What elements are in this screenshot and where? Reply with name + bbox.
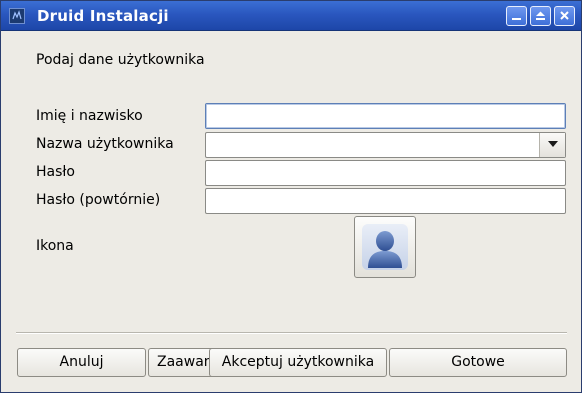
user-avatar-icon — [362, 224, 408, 270]
installer-window: Druid Instalacji Podaj dane użytkownika … — [0, 0, 582, 393]
icon-label: Ikona — [36, 238, 74, 254]
username-combobox[interactable] — [205, 132, 566, 158]
accept-user-button[interactable]: Akceptuj użytkownika — [209, 348, 387, 377]
app-icon — [9, 8, 25, 24]
password-label: Hasło — [36, 164, 75, 180]
chevron-down-icon — [547, 141, 558, 147]
maximize-button[interactable] — [530, 6, 551, 26]
minimize-button[interactable] — [506, 6, 527, 26]
user-icon-button[interactable] — [354, 216, 416, 278]
password-field[interactable] — [205, 160, 566, 186]
close-icon — [560, 11, 569, 20]
maximize-icon — [536, 11, 545, 20]
password-repeat-label: Hasło (powtórnie) — [36, 192, 161, 208]
cancel-button[interactable]: Anuluj — [17, 348, 146, 377]
minimize-icon — [512, 18, 521, 20]
page-heading: Podaj dane użytkownika — [36, 52, 205, 68]
close-button[interactable] — [554, 6, 575, 26]
window-title: Druid Instalacji — [37, 7, 169, 25]
title-bar[interactable]: Druid Instalacji — [1, 1, 581, 31]
username-label: Nazwa użytkownika — [36, 136, 174, 152]
button-separator — [16, 332, 567, 334]
fullname-field[interactable] — [205, 103, 566, 129]
fullname-label: Imię i nazwisko — [36, 108, 143, 124]
password-repeat-field[interactable] — [205, 188, 566, 214]
done-button[interactable]: Gotowe — [389, 348, 567, 377]
username-dropdown-button[interactable] — [539, 133, 565, 157]
